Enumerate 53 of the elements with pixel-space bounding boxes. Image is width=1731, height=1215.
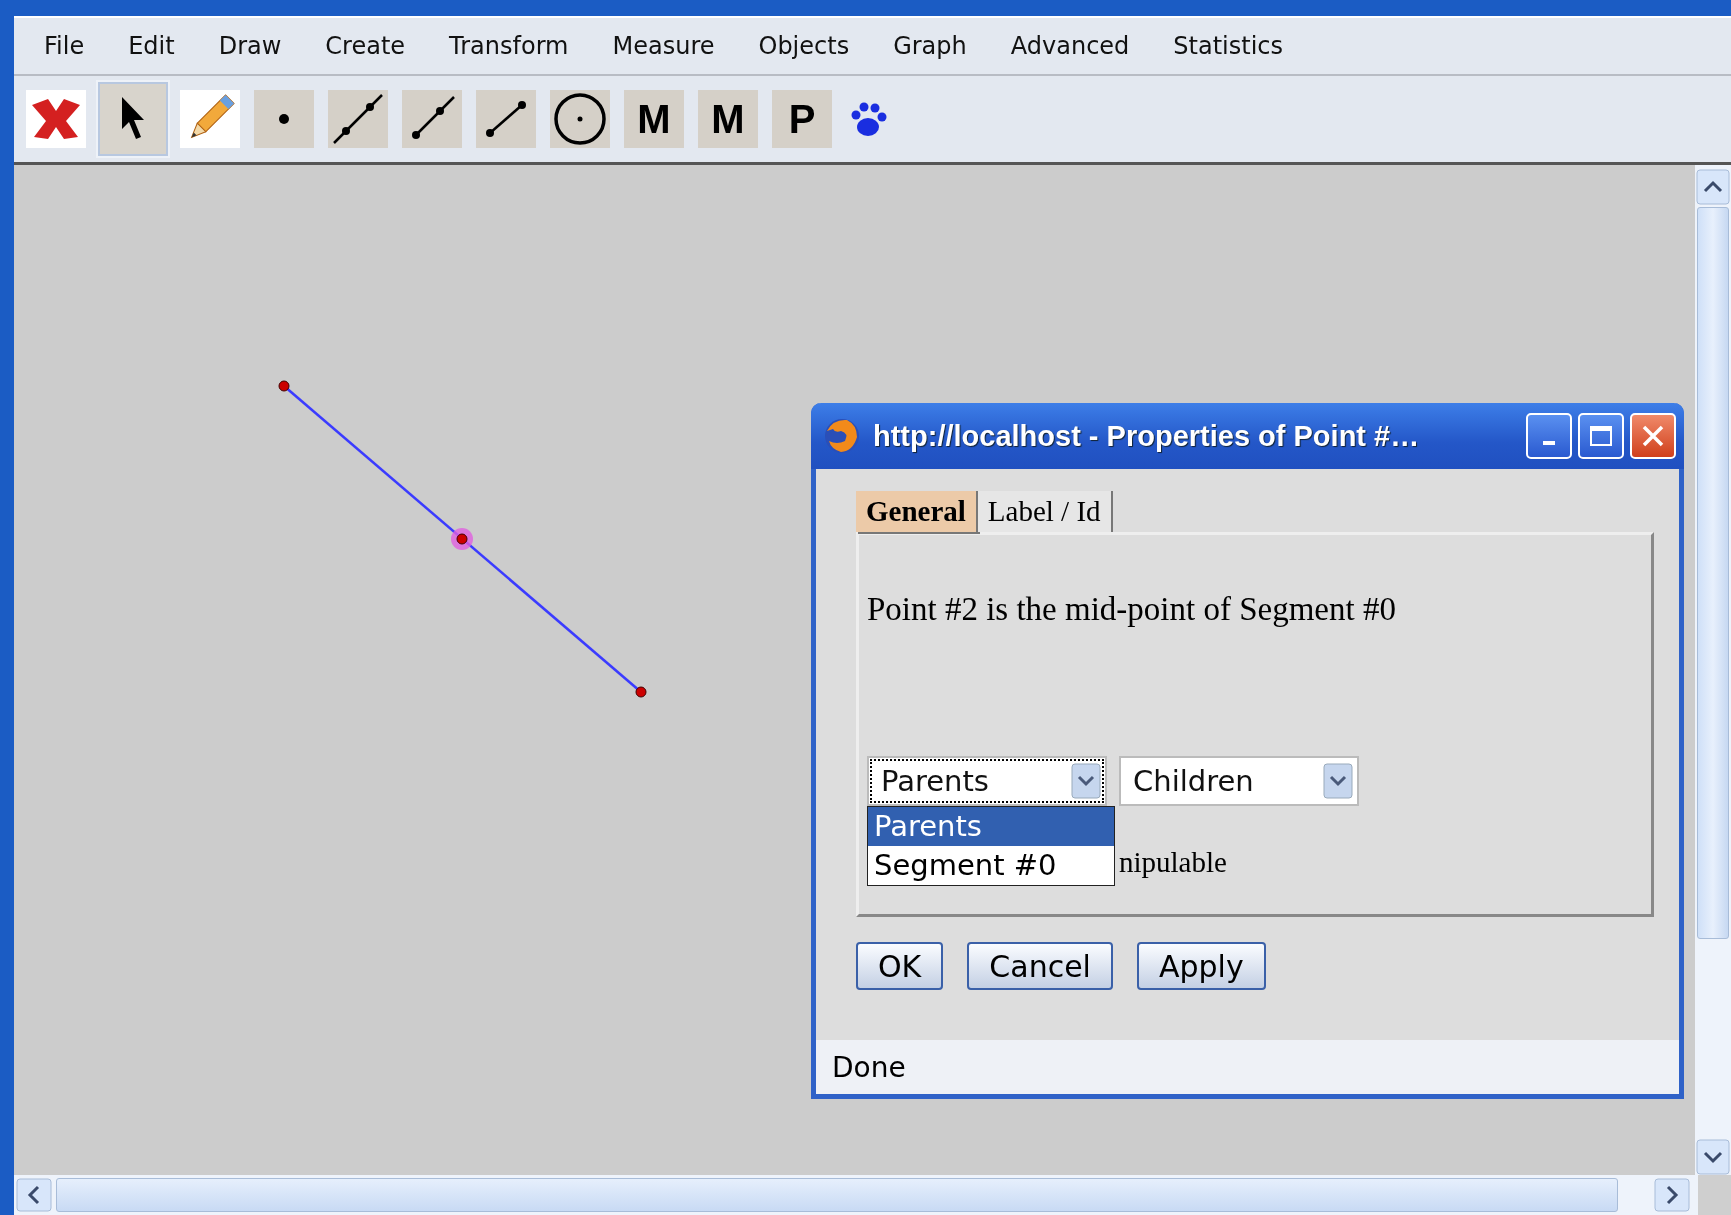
menu-item[interactable]: Measure	[612, 32, 715, 60]
minimize-icon	[1543, 441, 1555, 445]
status-text: Done	[832, 1050, 906, 1084]
scroll-thumb[interactable]	[1697, 207, 1729, 939]
maximize-icon	[1589, 425, 1613, 447]
menu-item[interactable]: Transform	[449, 32, 569, 60]
minimize-button[interactable]	[1526, 413, 1572, 459]
horizontal-scrollbar[interactable]	[14, 1175, 1731, 1215]
window-title: http://localhost - Properties of Point #…	[873, 419, 1421, 453]
scrollbar-corner	[1698, 1175, 1731, 1215]
scroll-thumb[interactable]	[56, 1178, 1618, 1212]
close-icon	[1641, 424, 1665, 448]
option-label: nipulable	[1119, 846, 1227, 878]
line-icon	[332, 93, 384, 145]
tool-button[interactable]	[254, 90, 314, 148]
scroll-up-icon	[1696, 169, 1730, 205]
tool-button[interactable]: M	[624, 90, 684, 148]
point-icon	[278, 113, 290, 125]
tool-button[interactable]: P	[772, 90, 832, 148]
tool-button[interactable]	[476, 90, 536, 148]
tool-button[interactable]	[402, 90, 462, 148]
menu-item[interactable]: Draw	[218, 32, 282, 60]
menu-item[interactable]: Graph	[893, 32, 967, 60]
tool-button[interactable]	[328, 90, 388, 148]
menu-item[interactable]: Objects	[758, 32, 850, 60]
tool-button[interactable]	[550, 90, 610, 148]
menu-item[interactable]: Edit	[128, 32, 175, 60]
tab[interactable]: Label / Id	[977, 491, 1113, 532]
dialog-button[interactable]: Apply	[1136, 942, 1266, 990]
caret-icon	[1323, 763, 1353, 799]
caret-icon	[1071, 763, 1101, 799]
circle-icon	[553, 92, 607, 146]
menu-item[interactable]: File	[44, 32, 85, 60]
scroll-right-icon	[1654, 1178, 1690, 1212]
dropdown[interactable]: Parents	[867, 756, 1107, 806]
tab[interactable]: General	[856, 491, 978, 532]
dialog-button[interactable]: OK	[856, 942, 944, 990]
message-text: Point #2 is the mid-point of Segment #0	[867, 591, 1397, 628]
scroll-down-icon	[1696, 1139, 1730, 1175]
tool-button[interactable]: M	[698, 90, 758, 148]
dropdown[interactable]: Children	[1119, 756, 1359, 806]
scroll-left-icon	[16, 1178, 52, 1212]
menu-item[interactable]: Advanced	[1010, 32, 1130, 60]
menu-item[interactable]: Statistics	[1173, 32, 1284, 60]
globe-icon	[823, 417, 861, 455]
dropdown-option[interactable]: Parents	[868, 807, 1114, 846]
close-button[interactable]	[1630, 413, 1676, 459]
vertical-scrollbar[interactable]	[1695, 165, 1731, 1175]
menu-item[interactable]: Create	[325, 32, 406, 60]
segment-icon	[484, 99, 528, 139]
dropdown-option[interactable]: Segment #0	[868, 846, 1114, 885]
dialog-button[interactable]: Cancel	[967, 942, 1113, 990]
maximize-button[interactable]	[1578, 413, 1624, 459]
